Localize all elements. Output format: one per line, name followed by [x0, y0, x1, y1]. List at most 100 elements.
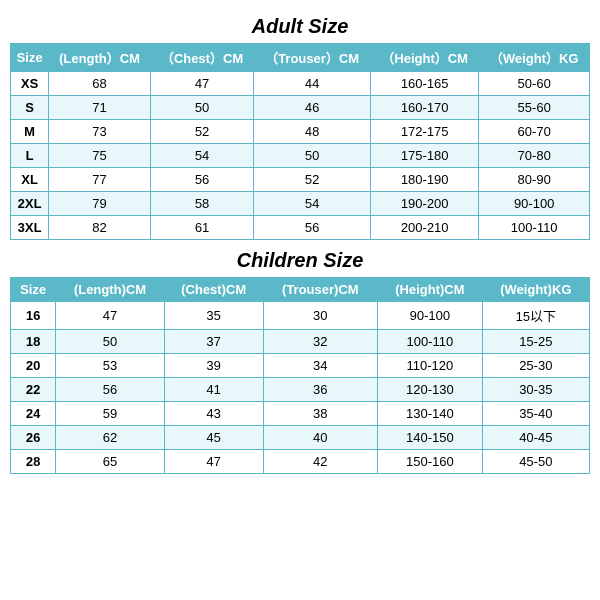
table-cell: 30: [263, 302, 378, 330]
table-cell: 56: [150, 168, 253, 192]
table-cell: 15以下: [482, 302, 589, 330]
table-cell: 20: [11, 354, 56, 378]
table-cell: 61: [150, 216, 253, 240]
table-cell: 68: [49, 72, 151, 96]
table-row: 1647353090-10015以下: [11, 302, 590, 330]
table-cell: 36: [263, 378, 378, 402]
table-cell: 41: [164, 378, 263, 402]
table-cell: XL: [11, 168, 49, 192]
table-cell: 60-70: [479, 120, 590, 144]
table-row: XS684744160-16550-60: [11, 72, 590, 96]
table-cell: 3XL: [11, 216, 49, 240]
table-cell: 54: [254, 192, 371, 216]
table-cell: 110-120: [378, 354, 483, 378]
children-table-header: Size(Length)CM(Chest)CM(Trouser)CM(Heigh…: [11, 278, 590, 302]
table-cell: 200-210: [370, 216, 478, 240]
table-row: 24594338130-14035-40: [11, 402, 590, 426]
table-cell: 54: [150, 144, 253, 168]
table-cell: 190-200: [370, 192, 478, 216]
table-cell: 24: [11, 402, 56, 426]
table-row: 2XL795854190-20090-100: [11, 192, 590, 216]
table-cell: 2XL: [11, 192, 49, 216]
table-row: S715046160-17055-60: [11, 96, 590, 120]
table-row: L755450175-18070-80: [11, 144, 590, 168]
table-cell: 44: [254, 72, 371, 96]
table-cell: 30-35: [482, 378, 589, 402]
table-cell: 28: [11, 450, 56, 474]
table-row: M735248172-17560-70: [11, 120, 590, 144]
table-cell: 175-180: [370, 144, 478, 168]
table-cell: 100-110: [378, 330, 483, 354]
table-row: 26624540140-15040-45: [11, 426, 590, 450]
table-cell: 77: [49, 168, 151, 192]
table-cell: M: [11, 120, 49, 144]
table-cell: 150-160: [378, 450, 483, 474]
table-cell: 22: [11, 378, 56, 402]
table-row: 3XL826156200-210100-110: [11, 216, 590, 240]
table-cell: 38: [263, 402, 378, 426]
table-cell: 62: [56, 426, 165, 450]
table-cell: 50: [254, 144, 371, 168]
table-cell: 53: [56, 354, 165, 378]
table-cell: 90-100: [378, 302, 483, 330]
children-header-row: Size(Length)CM(Chest)CM(Trouser)CM(Heigh…: [11, 278, 590, 302]
table-cell: 120-130: [378, 378, 483, 402]
adult-header-cell: Size: [11, 44, 49, 72]
adult-header-row: Size(Length）CM（Chest）CM（Trouser）CM（Heigh…: [11, 44, 590, 72]
table-cell: 70-80: [479, 144, 590, 168]
table-cell: S: [11, 96, 49, 120]
table-cell: 140-150: [378, 426, 483, 450]
table-cell: 35-40: [482, 402, 589, 426]
children-header-cell: (Height)CM: [378, 278, 483, 302]
table-row: 28654742150-16045-50: [11, 450, 590, 474]
children-header-cell: (Chest)CM: [164, 278, 263, 302]
table-cell: 71: [49, 96, 151, 120]
table-cell: 15-25: [482, 330, 589, 354]
adult-header-cell: （Trouser）CM: [254, 44, 371, 72]
table-cell: 55-60: [479, 96, 590, 120]
adult-header-cell: （Chest）CM: [150, 44, 253, 72]
adult-table-header: Size(Length）CM（Chest）CM（Trouser）CM（Heigh…: [11, 44, 590, 72]
adult-table-body: XS684744160-16550-60S715046160-17055-60M…: [11, 72, 590, 240]
table-cell: 75: [49, 144, 151, 168]
table-cell: 40: [263, 426, 378, 450]
table-cell: 46: [254, 96, 371, 120]
table-cell: 52: [254, 168, 371, 192]
table-cell: 79: [49, 192, 151, 216]
table-cell: 47: [164, 450, 263, 474]
table-cell: 56: [56, 378, 165, 402]
table-cell: 160-170: [370, 96, 478, 120]
table-cell: 160-165: [370, 72, 478, 96]
table-cell: 65: [56, 450, 165, 474]
table-cell: 130-140: [378, 402, 483, 426]
children-size-table: Size(Length)CM(Chest)CM(Trouser)CM(Heigh…: [10, 277, 590, 474]
table-row: 22564136120-13030-35: [11, 378, 590, 402]
table-cell: 43: [164, 402, 263, 426]
size-chart-container: Adult Size Size(Length）CM（Chest）CM（Trous…: [10, 10, 590, 478]
table-cell: 45-50: [482, 450, 589, 474]
table-cell: 172-175: [370, 120, 478, 144]
adult-header-cell: （Height）CM: [370, 44, 478, 72]
table-cell: 80-90: [479, 168, 590, 192]
table-cell: 42: [263, 450, 378, 474]
table-cell: 100-110: [479, 216, 590, 240]
table-cell: 16: [11, 302, 56, 330]
table-cell: 50: [56, 330, 165, 354]
children-size-title: Children Size: [10, 244, 590, 277]
adult-header-cell: （Weight）KG: [479, 44, 590, 72]
table-cell: 58: [150, 192, 253, 216]
table-cell: 59: [56, 402, 165, 426]
children-header-cell: Size: [11, 278, 56, 302]
table-cell: 180-190: [370, 168, 478, 192]
table-cell: L: [11, 144, 49, 168]
table-cell: 50-60: [479, 72, 590, 96]
table-cell: 82: [49, 216, 151, 240]
table-cell: 18: [11, 330, 56, 354]
table-cell: 47: [150, 72, 253, 96]
table-cell: 37: [164, 330, 263, 354]
table-cell: 73: [49, 120, 151, 144]
table-cell: 90-100: [479, 192, 590, 216]
adult-size-title: Adult Size: [10, 10, 590, 43]
children-table-body: 1647353090-10015以下18503732100-11015-2520…: [11, 302, 590, 474]
table-cell: 48: [254, 120, 371, 144]
